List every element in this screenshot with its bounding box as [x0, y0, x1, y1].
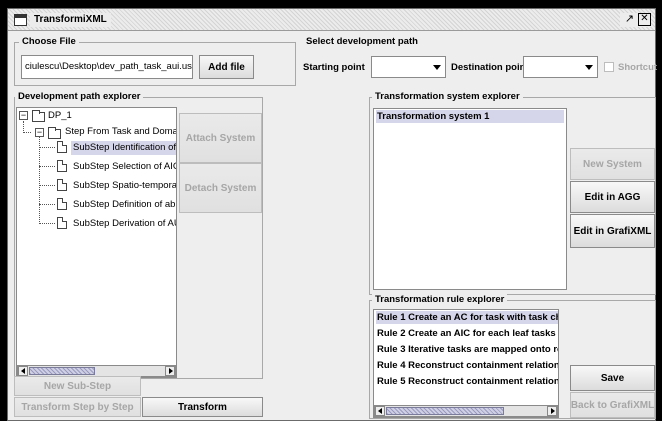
- file-icon: [57, 141, 67, 153]
- collapse-icon[interactable]: −: [19, 111, 28, 120]
- tree-connector: [39, 185, 55, 186]
- window-icon: [14, 14, 27, 26]
- tree-connector: [39, 166, 55, 167]
- list-item[interactable]: Rule 2 Create an AIC for each leaf tasks: [376, 327, 556, 340]
- choose-file-label: Choose File: [19, 36, 79, 48]
- file-icon: [57, 179, 67, 191]
- dev-path-tree[interactable]: − DP_1 − Step From Task and Domain SubSt…: [16, 107, 177, 378]
- tree-node-substep[interactable]: SubStep Selection of AIC: [73, 160, 176, 174]
- starting-point-select[interactable]: [371, 56, 446, 78]
- rules-horizontal-scrollbar[interactable]: [374, 405, 558, 417]
- new-system-button[interactable]: New System: [570, 148, 655, 180]
- choose-file-group: Choose File ciulescu\Desktop\dev_path_ta…: [14, 36, 296, 86]
- chevron-down-icon: [433, 65, 441, 70]
- tree-connector: [39, 204, 55, 205]
- dev-path-explorer-label: Development path explorer: [15, 91, 144, 103]
- new-substep-button[interactable]: New Sub-Step: [14, 376, 141, 396]
- close-icon[interactable]: ✕: [638, 13, 651, 26]
- starting-point-label: Starting point: [303, 62, 365, 73]
- window-title: TransformiXML: [30, 13, 111, 27]
- tree-node-substep[interactable]: SubStep Identification of: [71, 141, 176, 155]
- transform-step-by-step-button[interactable]: Transform Step by Step: [14, 397, 141, 417]
- select-dev-path-label: Select development path: [303, 36, 421, 48]
- add-file-button[interactable]: Add file: [199, 55, 254, 79]
- tree-node-substep[interactable]: SubStep Spatio-tempora: [73, 179, 176, 193]
- list-item[interactable]: Rule 4 Reconstruct containment relations…: [376, 359, 558, 372]
- tree-node-substep[interactable]: SubStep Derivation of AU: [73, 217, 176, 231]
- chevron-down-icon: [585, 65, 593, 70]
- back-to-grafixml-button[interactable]: Back to GrafiXML: [570, 392, 655, 418]
- destination-point-select[interactable]: [523, 56, 598, 78]
- transformation-rule-list[interactable]: Rule 1 Create an AC for task with task c…: [373, 309, 559, 418]
- folder-icon: [32, 110, 45, 122]
- tree-connector: [39, 137, 40, 224]
- detach-system-button[interactable]: Detach System: [179, 163, 262, 213]
- scroll-right-icon[interactable]: [547, 406, 557, 416]
- edit-in-agg-button[interactable]: Edit in AGG: [570, 181, 655, 213]
- transform-button[interactable]: Transform: [142, 397, 263, 417]
- transformixml-window: TransformiXML ↗ ✕ Choose File ciulescu\D…: [7, 8, 657, 421]
- destination-point-label: Destination point: [451, 62, 529, 73]
- file-icon: [57, 160, 67, 172]
- collapse-icon[interactable]: −: [35, 128, 44, 137]
- transformation-system-explorer-label: Transformation system explorer: [372, 91, 523, 103]
- file-icon: [57, 198, 67, 210]
- window-controls: ↗ ✕: [620, 13, 651, 27]
- tree-node-substep[interactable]: SubStep Definition of ab: [73, 198, 175, 212]
- file-icon: [57, 217, 67, 229]
- list-item[interactable]: Transformation system 1: [376, 110, 564, 123]
- scroll-right-icon[interactable]: [165, 366, 175, 376]
- scroll-left-icon[interactable]: [18, 366, 28, 376]
- tree-connector: [23, 132, 31, 133]
- edit-in-grafixml-button[interactable]: Edit in GrafiXML: [570, 214, 655, 248]
- folder-icon: [48, 127, 61, 139]
- tree-connector: [39, 223, 55, 224]
- tree-node-dp1[interactable]: DP_1: [48, 109, 72, 123]
- list-item[interactable]: Rule 3 Iterative tasks are mapped onto r…: [376, 343, 558, 356]
- attach-system-button[interactable]: Attach System: [179, 113, 262, 163]
- scrollbar-thumb[interactable]: [386, 407, 504, 415]
- scroll-left-icon[interactable]: [375, 406, 385, 416]
- list-item[interactable]: Rule 5 Reconstruct containment relations…: [376, 375, 558, 388]
- list-item[interactable]: Rule 1 Create an AC for task with task c…: [376, 311, 558, 324]
- title-bar[interactable]: TransformiXML ↗ ✕: [8, 9, 655, 31]
- scrollbar-thumb[interactable]: [29, 367, 95, 375]
- tree-connector: [39, 147, 55, 148]
- restore-icon[interactable]: ↗: [623, 13, 636, 26]
- shortcut-label: Shortcut: [618, 62, 658, 73]
- select-dev-path-group: Select development path Starting point D…: [302, 36, 657, 86]
- tree-node-step[interactable]: Step From Task and Domain: [65, 125, 176, 139]
- transformation-system-list[interactable]: Transformation system 1: [373, 108, 567, 290]
- shortcut-checkbox[interactable]: [604, 62, 614, 72]
- save-button[interactable]: Save: [570, 365, 655, 391]
- file-path-input[interactable]: ciulescu\Desktop\dev_path_task_aui.usi: [21, 55, 193, 79]
- transformation-rule-explorer-label: Transformation rule explorer: [372, 294, 508, 306]
